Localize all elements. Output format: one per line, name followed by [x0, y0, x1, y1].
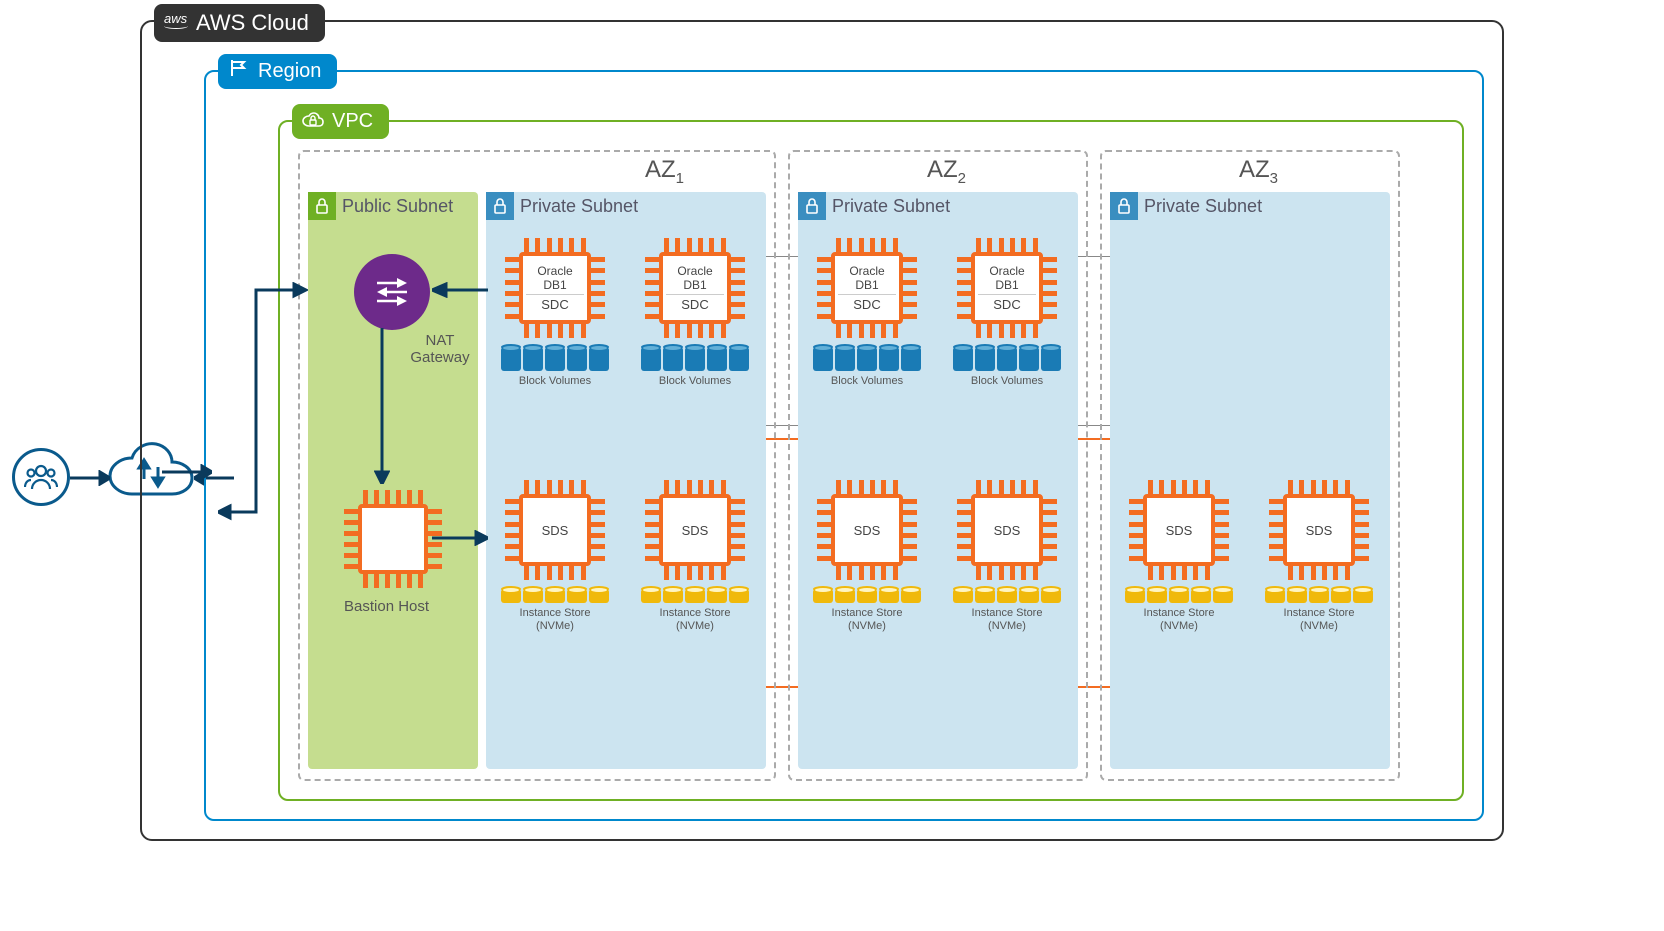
flag-icon: [230, 60, 248, 76]
oracle-db-sdc-node: Oracle DB1SDCBlock Volumes: [804, 240, 930, 388]
aws-logo-icon: aws: [164, 11, 187, 26]
lock-icon: [798, 192, 826, 220]
sds-node: SDSInstance Store(NVMe): [632, 482, 758, 633]
oracle-db-sdc-node: Oracle DB1SDCBlock Volumes: [632, 240, 758, 388]
aws-cloud-container: aws AWS Cloud Region VPC Dell: [140, 20, 1504, 841]
public-subnet: Public Subnet NAT Gateway Bastion Host: [308, 192, 478, 769]
nat-gateway-icon: [354, 254, 430, 330]
az1-label: AZ1: [645, 156, 684, 187]
private-subnet-az2: Private Subnet Oracle DB1SDCBlock Volume…: [798, 192, 1078, 769]
sds-node: SDSInstance Store(NVMe): [1256, 482, 1382, 633]
oracle-db-sdc-node: Oracle DB1SDCBlock Volumes: [492, 240, 618, 388]
public-subnet-label: Public Subnet: [342, 196, 462, 217]
region-label: Region: [218, 54, 337, 89]
sds-node: SDSInstance Store(NVMe): [944, 482, 1070, 633]
availability-zone-2: AZ2 Private Subnet Oracle DB1SDCBlock Vo…: [788, 150, 1088, 781]
region-container: Region VPC Dell APEX Block Storage AZ1: [204, 70, 1484, 821]
architecture-diagram: aws AWS Cloud Region VPC Dell: [10, 10, 1654, 921]
nat-gateway-label: NAT Gateway: [402, 332, 478, 366]
lock-icon: [486, 192, 514, 220]
sds-node: SDSInstance Store(NVMe): [1116, 482, 1242, 633]
private-subnet-label: Private Subnet: [1144, 196, 1262, 217]
private-subnet-az3: Private Subnet SDSInstance Store(NVMe) S…: [1110, 192, 1390, 769]
users-icon: [12, 448, 70, 506]
arrow-icon: [218, 282, 308, 522]
lock-icon: [308, 192, 336, 220]
lock-icon: [1110, 192, 1138, 220]
sds-node: SDSInstance Store(NVMe): [804, 482, 930, 633]
vpc-container: VPC Dell APEX Block Storage AZ1: [278, 120, 1464, 801]
arrow-icon: [432, 282, 488, 298]
arrow-icon: [374, 328, 390, 484]
private-subnet-label: Private Subnet: [520, 196, 638, 217]
availability-zone-3: AZ3 Private Subnet SDSInstance Store(NVM…: [1100, 150, 1400, 781]
az2-label: AZ2: [927, 156, 966, 187]
availability-zone-1: AZ1 Public Subnet NAT Gateway Bastion Ho…: [298, 150, 776, 781]
aws-cloud-label: aws AWS Cloud: [154, 4, 325, 42]
region-text: Region: [258, 60, 321, 82]
aws-cloud-text: AWS Cloud: [196, 10, 309, 35]
cloud-lock-icon: [302, 112, 324, 128]
private-subnet-label: Private Subnet: [832, 196, 950, 217]
vpc-label: VPC: [292, 104, 389, 139]
oracle-db-sdc-node: Oracle DB1SDCBlock Volumes: [944, 240, 1070, 388]
vpc-text: VPC: [332, 110, 373, 132]
private-subnet-az1: Private Subnet Oracle DB1SDCBlock Volume…: [486, 192, 766, 769]
sds-node: SDSInstance Store(NVMe): [492, 482, 618, 633]
az3-label: AZ3: [1239, 156, 1278, 187]
bastion-host-label: Bastion Host: [344, 598, 429, 615]
arrow-icon: [432, 530, 488, 546]
bastion-host-node: [346, 492, 440, 586]
